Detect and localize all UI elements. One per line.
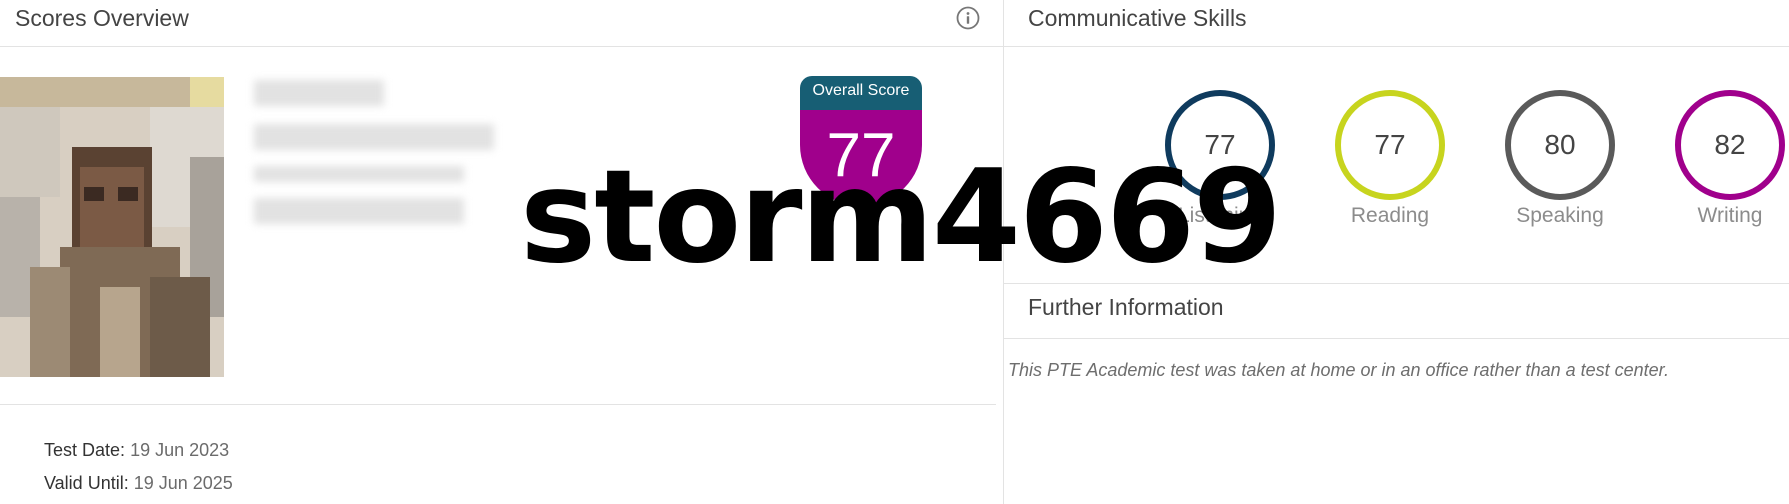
scores-overview-header: Scores Overview (0, 0, 1003, 47)
skill-label: Reading (1350, 204, 1430, 227)
test-date-label: Test Date (44, 440, 121, 460)
candidate-name-blurred (254, 80, 384, 106)
valid-until-label: Valid Until (44, 473, 124, 493)
skill-score-ring: 82 (1675, 90, 1785, 200)
communicative-skills-header: Communicative Skills (1004, 0, 1789, 47)
valid-until-row: Valid Until: 19 Jun 2025 (44, 473, 233, 493)
watermark-text: storm4669 (520, 143, 1282, 292)
skill-label: Speaking (1516, 204, 1604, 227)
divider (0, 404, 996, 405)
valid-until-value: 19 Jun 2025 (133, 473, 233, 493)
candidate-detail-blurred (254, 166, 464, 182)
skill-speaking: 80 Speaking (1490, 90, 1630, 240)
scores-overview-title: Scores Overview (15, 5, 189, 31)
communicative-skills-title: Communicative Skills (1028, 5, 1247, 31)
candidate-detail-blurred (254, 124, 494, 150)
skill-reading: 77 Reading (1320, 90, 1460, 240)
test-date-value: 19 Jun 2023 (130, 440, 230, 460)
test-date-row: Test Date: 19 Jun 2023 (44, 440, 230, 460)
candidate-photo (0, 77, 224, 377)
skill-score-ring: 77 (1335, 90, 1445, 200)
info-icon[interactable] (956, 6, 980, 30)
skill-score-ring: 80 (1505, 90, 1615, 200)
skill-label: Writing (1697, 204, 1763, 227)
skill-writing: 82 Writing (1660, 90, 1789, 240)
candidate-detail-blurred (254, 198, 464, 224)
further-information-text: This PTE Academic test was taken at home… (1008, 360, 1669, 380)
overall-score-label: Overall Score (800, 76, 922, 110)
further-information-title: Further Information (1028, 294, 1224, 320)
